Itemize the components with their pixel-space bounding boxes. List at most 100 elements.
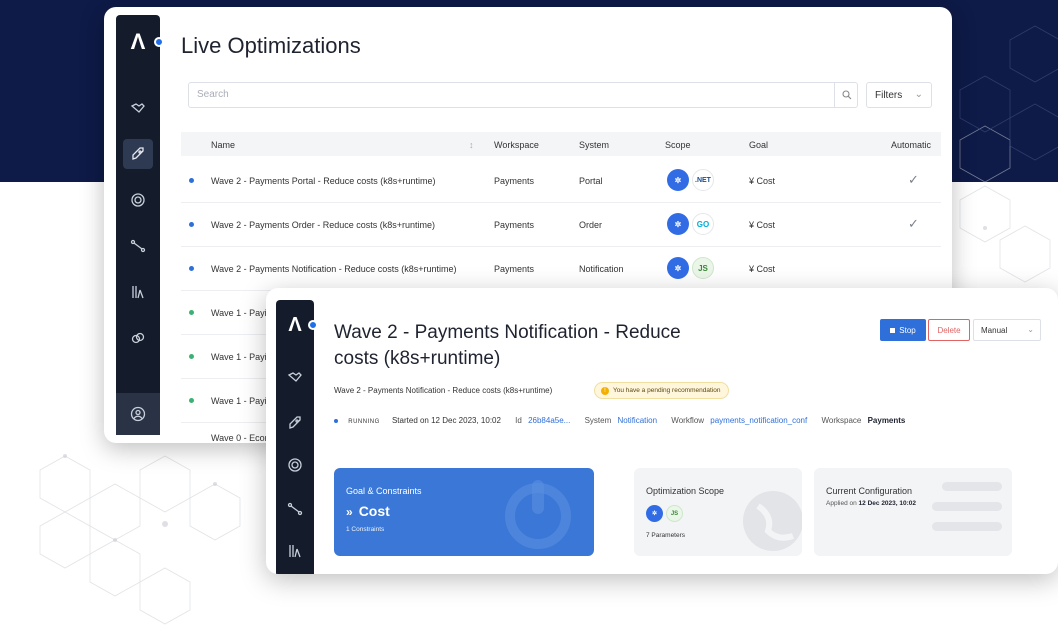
row-system: Order xyxy=(579,220,603,230)
row-system: Portal xyxy=(579,176,603,186)
id-link[interactable]: 26b84a5e... xyxy=(528,416,570,425)
status-dot xyxy=(189,222,194,227)
row-name[interactable]: Wave 0 - Ecor xyxy=(211,433,268,443)
table-header: Name ↕ Workspace System Scope Goal Autom… xyxy=(181,132,941,156)
system-label: System xyxy=(584,416,612,425)
row-workspace: Payments xyxy=(494,220,535,230)
filters-label: Filters xyxy=(875,90,903,101)
check-icon: ✓ xyxy=(908,216,919,231)
globe-icon xyxy=(743,491,802,551)
pending-badge-text: You have a pending recommendation xyxy=(613,387,721,394)
status-dot xyxy=(189,178,194,183)
lab-icon[interactable] xyxy=(116,277,160,307)
workflow-label: Workflow xyxy=(671,416,705,425)
stop-button[interactable]: Stop xyxy=(880,319,926,341)
status-dot xyxy=(189,310,194,315)
scope-card-icons: ✲ JS xyxy=(646,505,683,522)
workspace-label: Workspace xyxy=(821,416,862,425)
goal-card-sub: 1 Constraints xyxy=(346,526,385,533)
link-icon[interactable] xyxy=(116,323,160,353)
table-row[interactable]: Wave 2 - Payments Order - Reduce costs (… xyxy=(181,203,941,247)
row-workspace: Payments xyxy=(494,176,535,186)
column-header-scope[interactable]: Scope xyxy=(665,140,691,150)
kubernetes-icon: ✲ xyxy=(667,257,689,279)
go-icon: GO xyxy=(692,213,714,235)
handshake-icon[interactable] xyxy=(276,362,314,392)
column-header-name[interactable]: Name xyxy=(211,140,235,150)
config-card-heading: Current Configuration xyxy=(826,486,913,496)
row-name[interactable]: Wave 1 - Payi xyxy=(211,396,267,406)
route-icon[interactable] xyxy=(116,231,160,261)
route-icon[interactable] xyxy=(276,494,314,524)
row-name[interactable]: Wave 2 - Payments Notification - Reduce … xyxy=(211,264,457,274)
optimization-detail-window: Λ Wave 2 - Payments Notification - Reduc… xyxy=(266,288,1058,574)
chevron-down-icon: ⌄ xyxy=(914,89,923,100)
delete-button[interactable]: Delete xyxy=(928,319,970,341)
config-placeholder-bar xyxy=(942,482,1002,491)
target-icon[interactable] xyxy=(116,185,160,215)
dotnet-icon: .NET xyxy=(692,169,714,191)
goal-value-text: Cost xyxy=(358,503,390,519)
stop-icon xyxy=(890,327,896,333)
column-header-system[interactable]: System xyxy=(579,140,609,150)
user-icon[interactable] xyxy=(116,393,160,435)
row-name[interactable]: Wave 1 - Payi xyxy=(211,308,267,318)
id-label: Id xyxy=(515,416,522,425)
search-icon[interactable] xyxy=(834,82,858,108)
row-name[interactable]: Wave 1 - Payi xyxy=(211,352,267,362)
mode-select[interactable]: Manual ⌄ xyxy=(973,319,1041,341)
warning-icon: ! xyxy=(601,386,609,395)
scope-card-sub: 7 Parameters xyxy=(646,532,686,539)
started-on: Started on 12 Dec 2023, 10:02 xyxy=(391,416,501,425)
config-placeholder-bar xyxy=(932,502,1002,511)
double-chevron-down-icon: » xyxy=(346,505,353,519)
optimization-title: Wave 2 - Payments Notification - Reduce … xyxy=(334,322,681,369)
rocket-icon[interactable] xyxy=(123,139,153,169)
handshake-icon[interactable] xyxy=(116,93,160,123)
system-link[interactable]: Notification xyxy=(617,416,657,425)
optimization-meta: RUNNING Started on 12 Dec 2023, 10:02 Id… xyxy=(334,416,905,425)
sidebar-rail: Λ xyxy=(276,300,318,574)
table-row[interactable]: Wave 2 - Payments Notification - Reduce … xyxy=(181,247,941,291)
row-name[interactable]: Wave 2 - Payments Portal - Reduce costs … xyxy=(211,176,436,186)
status-dot xyxy=(189,354,194,359)
row-scope: ✲ JS xyxy=(667,257,714,279)
row-goal: ¥ Cost xyxy=(749,220,776,230)
collapse-toggle-icon[interactable] xyxy=(308,320,318,330)
status-badge: RUNNING xyxy=(348,419,380,425)
row-system: Notification xyxy=(579,264,624,274)
kubernetes-icon: ✲ xyxy=(667,169,689,191)
optimization-scope-card[interactable]: Optimization Scope ✲ JS 7 Parameters xyxy=(634,468,802,556)
lab-icon[interactable] xyxy=(276,536,314,566)
goal-card-value: » Cost xyxy=(346,503,390,519)
workflow-link[interactable]: payments_notification_conf xyxy=(710,416,807,425)
column-header-workspace[interactable]: Workspace xyxy=(494,140,539,150)
sort-icon[interactable]: ↕ xyxy=(469,140,474,150)
pending-recommendation-badge[interactable]: ! You have a pending recommendation xyxy=(594,382,730,399)
chevron-down-icon: ⌄ xyxy=(1027,325,1034,334)
column-header-goal[interactable]: Goal xyxy=(749,140,768,150)
row-workspace: Payments xyxy=(494,264,535,274)
config-applied-prefix: Applied on xyxy=(826,500,857,507)
rocket-icon[interactable] xyxy=(276,408,314,438)
goal-card-heading: Goal & Constraints xyxy=(346,486,422,496)
kubernetes-icon: ✲ xyxy=(646,505,663,522)
kubernetes-icon: ✲ xyxy=(667,213,689,235)
status-dot xyxy=(189,398,194,403)
breadcrumb[interactable]: Wave 2 - Payments Notification - Reduce … xyxy=(334,386,552,395)
status-dot xyxy=(189,266,194,271)
target-icon[interactable] xyxy=(276,450,314,480)
row-name[interactable]: Wave 2 - Payments Order - Reduce costs (… xyxy=(211,220,435,230)
collapse-toggle-icon[interactable] xyxy=(154,37,164,47)
nodejs-icon: JS xyxy=(692,257,714,279)
table-row[interactable]: Wave 2 - Payments Portal - Reduce costs … xyxy=(181,159,941,203)
search-input[interactable]: Search xyxy=(188,82,858,108)
goal-constraints-card[interactable]: Goal & Constraints » Cost 1 Constraints xyxy=(334,468,594,556)
filters-dropdown[interactable]: Filters ⌄ xyxy=(866,82,932,108)
page-title: Live Optimizations xyxy=(181,33,361,58)
column-header-automatic[interactable]: Automatic xyxy=(891,140,931,150)
config-card-sub: Applied on 12 Dec 2023, 10:02 xyxy=(826,500,916,507)
current-configuration-card[interactable]: Current Configuration Applied on 12 Dec … xyxy=(814,468,1012,556)
config-applied-date: 12 Dec 2023, 10:02 xyxy=(858,500,917,507)
nodejs-icon: JS xyxy=(666,505,683,522)
